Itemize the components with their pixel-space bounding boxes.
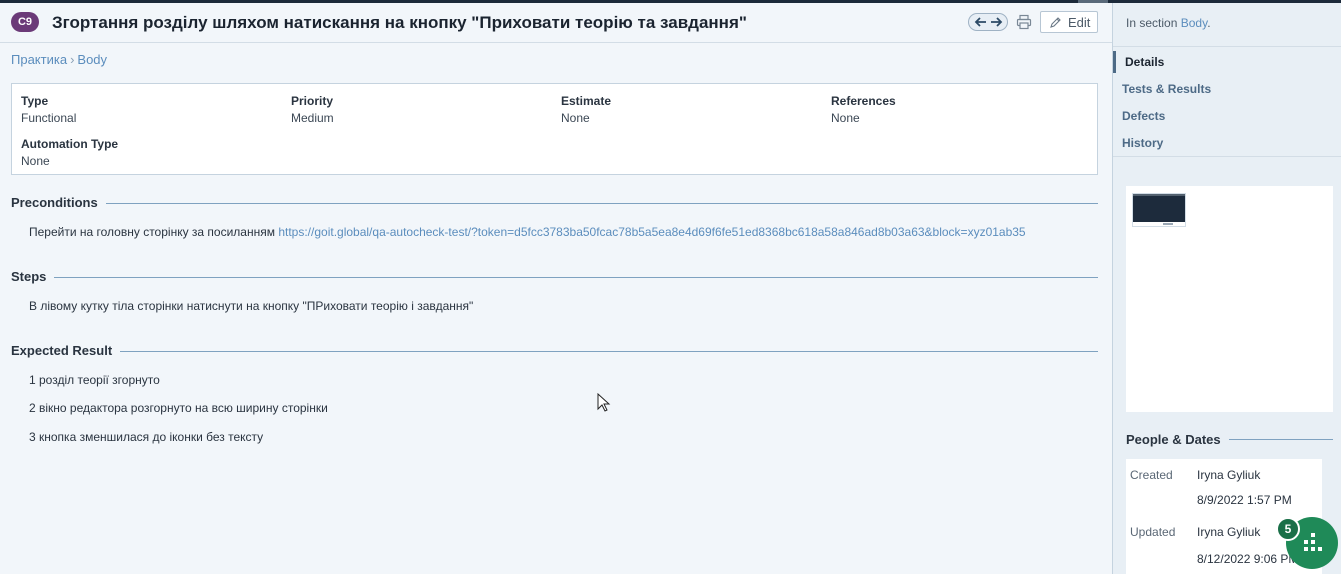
prop-priority-label: Priority (291, 94, 334, 108)
steps-title: Steps (11, 269, 55, 284)
updated-at: 8/12/2022 9:06 PM (1197, 552, 1299, 566)
sidebar-divider (1113, 156, 1341, 157)
prop-type: Type Functional (21, 94, 76, 125)
tab-tests-results[interactable]: Tests & Results (1122, 82, 1211, 96)
created-at: 8/9/2022 1:57 PM (1197, 493, 1292, 507)
prop-automation-type-label: Automation Type (21, 137, 119, 151)
updated-label: Updated (1130, 525, 1176, 539)
active-tab-marker (1113, 51, 1116, 73)
thumbnail-footer (1163, 223, 1173, 225)
breadcrumb: Практика › Body (11, 52, 107, 67)
prop-references-label: References (831, 94, 896, 108)
created-label: Created (1130, 468, 1173, 482)
preconditions-title: Preconditions (11, 195, 106, 210)
expected-heading: Expected Result (11, 343, 1098, 359)
section-rule (11, 277, 1098, 278)
pencil-icon (1050, 16, 1061, 28)
properties-panel: Type Functional Priority Medium Estimate… (11, 83, 1098, 175)
prop-estimate-label: Estimate (561, 94, 612, 108)
details-sidebar: In section Body. Details Tests & Results… (1112, 3, 1341, 574)
breadcrumb-item-practice[interactable]: Практика (11, 52, 67, 67)
people-dates-title: People & Dates (1126, 432, 1229, 447)
prop-automation-type: Automation Type None (21, 137, 118, 168)
breadcrumb-item-body[interactable]: Body (77, 52, 107, 67)
prop-references: References None (831, 94, 896, 125)
section-rule (11, 203, 1098, 204)
preconditions-link[interactable]: https://goit.global/qa-autocheck-test/?t… (278, 225, 1025, 239)
page-title: Згортання розділу шляхом натискання на к… (52, 13, 747, 32)
notification-badge: 5 (1276, 517, 1300, 541)
arrow-right-icon[interactable] (990, 16, 1003, 28)
section-note-prefix: In section (1126, 16, 1178, 30)
edit-button-label: Edit (1068, 14, 1091, 30)
preconditions-body: Перейти на головну сторінку за посилання… (29, 225, 275, 239)
expected-line-3: 3 кнопка зменшилася до іконки без тексту (29, 430, 264, 444)
sidebar-divider (1113, 46, 1341, 47)
section-note: In section Body. (1126, 16, 1211, 30)
prop-type-value: Functional (21, 111, 77, 125)
breadcrumb-separator: › (70, 52, 75, 67)
prop-estimate: Estimate None (561, 94, 611, 125)
case-navigation (968, 13, 1008, 31)
created-by: Iryna Gyliuk (1197, 468, 1261, 482)
case-id-badge: C9 (11, 12, 39, 32)
tab-history[interactable]: History (1122, 136, 1163, 150)
steps-text: В лівому кутку тіла сторінки натиснути н… (29, 299, 474, 313)
tab-defects[interactable]: Defects (1122, 109, 1165, 123)
main-panel: C9 Згортання розділу шляхом натискання н… (0, 3, 1112, 574)
section-note-link[interactable]: Body (1181, 16, 1207, 30)
prop-type-label: Type (21, 94, 49, 108)
expected-line-2: 2 вікно редактора розгорнуто на всю шири… (29, 401, 328, 415)
section-rule (11, 351, 1098, 352)
cursor-icon (597, 393, 611, 412)
expected-title: Expected Result (11, 343, 121, 358)
updated-by: Iryna Gyliuk (1197, 525, 1261, 539)
prop-priority-value: Medium (291, 111, 334, 125)
prop-automation-type-value: None (21, 154, 50, 168)
print-icon[interactable] (1016, 14, 1032, 30)
prop-references-value: None (831, 111, 860, 125)
expected-line-1: 1 розділ теорії згорнуто (29, 373, 160, 387)
preconditions-text: Перейти на головну сторінку за посилання… (29, 225, 1026, 239)
preconditions-heading: Preconditions (11, 195, 1098, 211)
section-note-suffix: . (1207, 16, 1211, 30)
prop-estimate-value: None (561, 111, 590, 125)
prop-priority: Priority Medium (291, 94, 334, 125)
tab-details[interactable]: Details (1125, 55, 1164, 69)
attachment-thumbnail[interactable] (1132, 193, 1186, 227)
screenshot-preview (1126, 186, 1333, 412)
grid-dots-icon (1304, 533, 1322, 551)
arrow-left-icon[interactable] (974, 16, 987, 28)
case-header: C9 Згортання розділу шляхом натискання н… (0, 3, 1112, 43)
steps-heading: Steps (11, 269, 1098, 285)
edit-button[interactable]: Edit (1040, 11, 1098, 33)
thumbnail-content (1133, 196, 1185, 222)
